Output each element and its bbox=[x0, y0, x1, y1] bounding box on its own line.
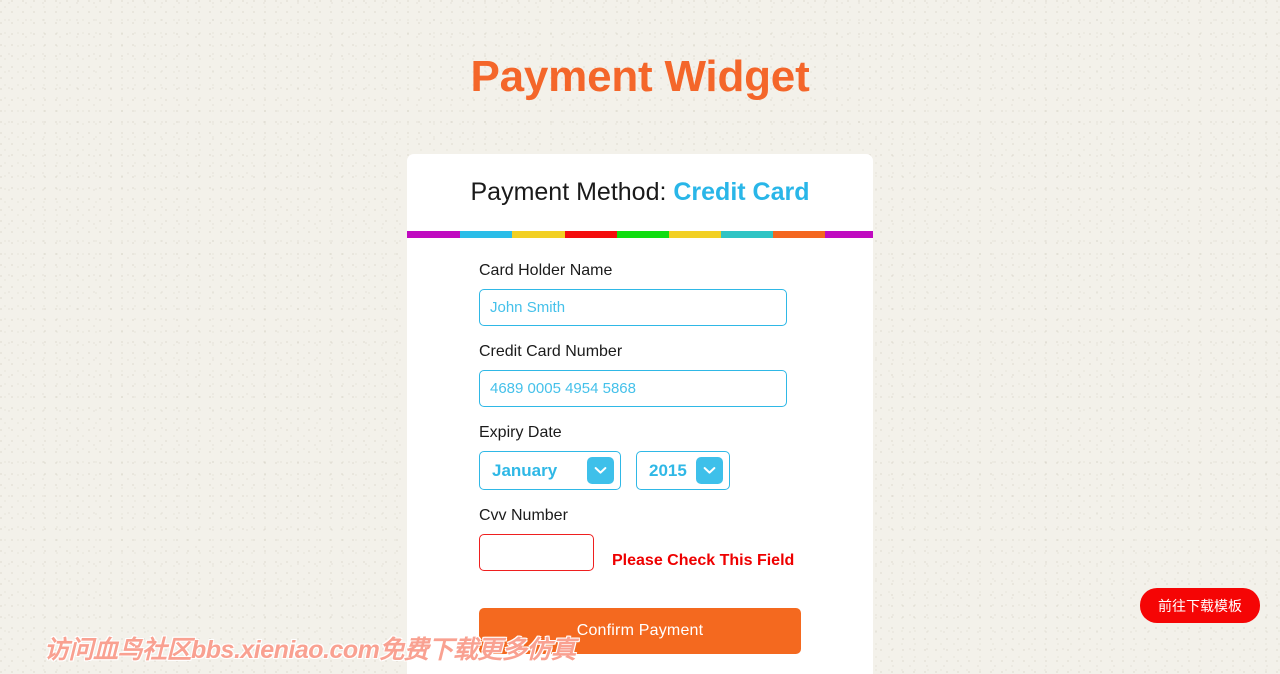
color-strip-segment-purple bbox=[407, 231, 460, 238]
payment-card: Payment Method: Credit Card Card Holder … bbox=[407, 154, 873, 674]
page-title: Payment Widget bbox=[470, 52, 810, 101]
payment-form: Card Holder Name Credit Card Number Expi… bbox=[407, 238, 873, 654]
cvv-label: Cvv Number bbox=[479, 507, 568, 524]
payment-method-heading: Payment Method: Credit Card bbox=[470, 178, 809, 207]
payment-widget-page: Payment Widget Payment Method: Credit Ca… bbox=[0, 0, 1280, 674]
card-number-label: Credit Card Number bbox=[479, 343, 623, 360]
download-template-button[interactable]: 前往下载模板 bbox=[1140, 588, 1260, 623]
color-strip-segment-cyan bbox=[460, 231, 512, 238]
expiry-month-value: January bbox=[492, 460, 558, 480]
expiry-year-select[interactable]: 2015 bbox=[636, 451, 730, 490]
cvv-input[interactable] bbox=[479, 534, 594, 571]
chevron-down-icon[interactable] bbox=[587, 457, 614, 484]
card-header: Payment Method: Credit Card bbox=[407, 154, 873, 231]
chevron-down-icon[interactable] bbox=[696, 457, 723, 484]
payment-method-value: Credit Card bbox=[673, 178, 810, 206]
color-strip-segment-teal bbox=[721, 231, 773, 238]
color-strip-segment-purple bbox=[825, 231, 873, 238]
expiry-date-label: Expiry Date bbox=[479, 424, 562, 441]
cvv-row: Please Check This Field bbox=[479, 534, 801, 586]
cvv-error-message: Please Check This Field bbox=[612, 551, 795, 569]
confirm-payment-button[interactable]: Confirm Payment bbox=[479, 608, 801, 654]
expiry-year-value: 2015 bbox=[649, 460, 687, 480]
color-strip-segment-orange bbox=[773, 231, 825, 238]
expiry-date-row: January 2015 bbox=[479, 451, 801, 490]
card-holder-input[interactable] bbox=[479, 289, 787, 326]
payment-method-label: Payment Method: bbox=[470, 178, 674, 206]
card-number-input[interactable] bbox=[479, 370, 787, 407]
color-strip bbox=[407, 231, 873, 238]
card-holder-label: Card Holder Name bbox=[479, 262, 613, 279]
expiry-month-select[interactable]: January bbox=[479, 451, 621, 490]
color-strip-segment-red bbox=[565, 231, 617, 238]
color-strip-segment-yellow bbox=[512, 231, 565, 238]
color-strip-segment-yellow bbox=[669, 231, 721, 238]
color-strip-segment-green bbox=[617, 231, 669, 238]
